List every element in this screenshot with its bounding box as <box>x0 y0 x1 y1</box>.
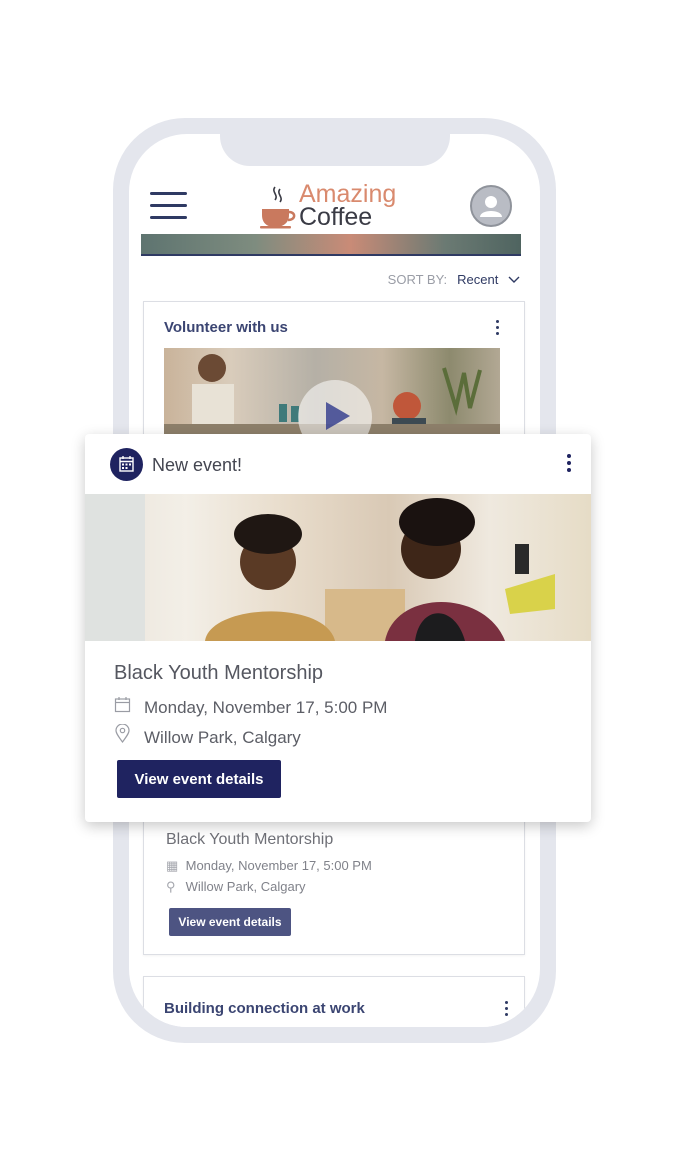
popup-label: New event! <box>152 455 243 475</box>
event-location-text: Willow Park, Calgary <box>185 879 306 894</box>
kebab-menu-icon[interactable] <box>496 320 500 338</box>
play-icon <box>326 402 350 430</box>
event-location: ⚲ Willow Park, Calgary <box>166 879 306 895</box>
popup-header: New event! <box>85 434 591 494</box>
card-title: Volunteer with us <box>164 319 288 336</box>
popup-view-event-details-button[interactable]: View event details <box>117 760 281 798</box>
view-event-details-button[interactable]: View event details <box>169 908 291 936</box>
popup-event-location: Willow Park, Calgary <box>114 723 301 748</box>
menu-icon[interactable] <box>150 192 187 220</box>
coffee-cup-icon <box>260 186 296 229</box>
location-pin-icon <box>114 723 144 748</box>
hero-banner <box>141 234 521 256</box>
event-date: ▦ Monday, November 17, 5:00 PM <box>166 858 372 874</box>
logo-text-coffee: Coffee <box>299 203 373 231</box>
popup-event-title: Black Youth Mentorship <box>114 662 324 684</box>
video-thumbnail[interactable] <box>164 348 500 434</box>
popup-event-date-text: Monday, November 17, 5:00 PM <box>144 698 388 717</box>
location-pin-icon: ⚲ <box>166 879 176 894</box>
phone-notch <box>220 118 450 166</box>
popup-event-location-text: Willow Park, Calgary <box>144 728 301 747</box>
app-logo: Amazing Coffee <box>259 180 409 231</box>
kebab-menu-icon[interactable] <box>567 454 571 475</box>
event-photo <box>85 494 591 641</box>
kebab-menu-icon[interactable] <box>505 1001 509 1019</box>
card-title: Building connection at work <box>164 1000 365 1017</box>
calendar-badge <box>110 448 143 481</box>
calendar-icon <box>114 696 144 718</box>
sort-value[interactable]: Recent <box>457 272 498 287</box>
event-photo-scene <box>85 494 555 641</box>
event-title: Black Youth Mentorship <box>166 831 334 848</box>
sort-label: SORT BY: <box>387 272 448 287</box>
popup-event-date: Monday, November 17, 5:00 PM <box>114 696 387 718</box>
user-avatar-icon[interactable] <box>470 185 512 227</box>
event-date-text: Monday, November 17, 5:00 PM <box>185 858 372 873</box>
calendar-icon <box>119 456 134 472</box>
sort-control[interactable]: SORT BY: Recent <box>388 272 520 287</box>
calendar-icon: ▦ <box>166 858 179 873</box>
chevron-down-icon <box>508 276 520 283</box>
new-event-popup[interactable]: New event! Black Youth Mentorship Monday… <box>85 434 591 822</box>
